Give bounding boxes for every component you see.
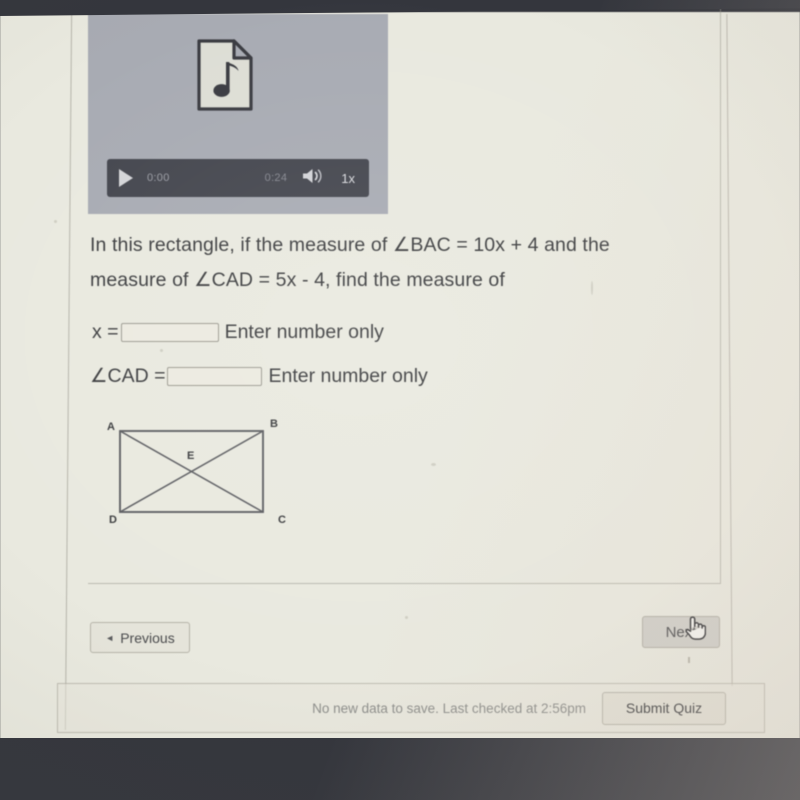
vertex-label-d: D bbox=[109, 514, 117, 526]
previous-button[interactable]: ◄ Previous bbox=[90, 622, 190, 653]
answer-label-cad: ∠CAD = bbox=[90, 365, 166, 387]
player-control-bar[interactable]: 0:00 0:24 1x bbox=[107, 159, 369, 197]
caret-left-icon: ◄ bbox=[105, 632, 115, 643]
answer-row-x: x = Enter number only bbox=[92, 321, 384, 344]
audio-player[interactable]: 0:00 0:24 1x bbox=[88, 14, 388, 214]
pointing-hand-cursor bbox=[682, 614, 707, 640]
save-status-text: No new data to save. Last checked at 2:5… bbox=[312, 700, 586, 716]
save-status-bar: No new data to save. Last checked at 2:5… bbox=[57, 683, 765, 733]
answer-row-cad: ∠CAD = Enter number only bbox=[90, 364, 428, 388]
question-prompt-line-2: measure of ∠CAD = 5x - 4, find the measu… bbox=[90, 269, 505, 291]
screen-speck bbox=[431, 463, 436, 466]
audio-file-icon bbox=[196, 38, 254, 112]
playback-rate-button[interactable]: 1x bbox=[341, 171, 355, 186]
screen-speck bbox=[54, 220, 57, 223]
vertex-label-a: A bbox=[107, 421, 115, 433]
vertex-label-c: C bbox=[278, 514, 286, 526]
rectangle-diagram-svg bbox=[119, 430, 264, 513]
answer-label-x: x = bbox=[92, 321, 119, 343]
previous-button-label: Previous bbox=[120, 629, 175, 646]
vertex-label-b: B bbox=[270, 418, 278, 430]
next-button[interactable]: Next bbox=[642, 616, 720, 648]
center-label-e: E bbox=[187, 450, 195, 462]
answer-hint-cad: Enter number only bbox=[268, 364, 428, 387]
submit-quiz-label: Submit Quiz bbox=[625, 700, 703, 716]
screen-speck bbox=[688, 657, 690, 663]
submit-quiz-button[interactable]: Submit Quiz bbox=[602, 691, 726, 725]
duration-label: 0:24 bbox=[264, 172, 288, 184]
answer-input-cad[interactable] bbox=[167, 366, 263, 386]
question-prompt: In this rectangle, if the measure of ∠BA… bbox=[90, 228, 700, 298]
current-time-label: 0:00 bbox=[147, 172, 170, 184]
screen-speck bbox=[591, 281, 593, 295]
volume-on-icon[interactable] bbox=[301, 167, 325, 190]
question-prompt-line-1: In this rectangle, if the measure of ∠BA… bbox=[90, 234, 610, 256]
screen-speck bbox=[405, 616, 408, 619]
play-icon[interactable] bbox=[119, 169, 133, 187]
screen-speck bbox=[160, 349, 163, 352]
answer-input-x[interactable] bbox=[120, 323, 219, 342]
answer-hint-x: Enter number only bbox=[224, 321, 384, 343]
rectangle-diagram: A B C D E bbox=[100, 415, 300, 535]
monitor-bezel-bottom bbox=[0, 738, 800, 800]
